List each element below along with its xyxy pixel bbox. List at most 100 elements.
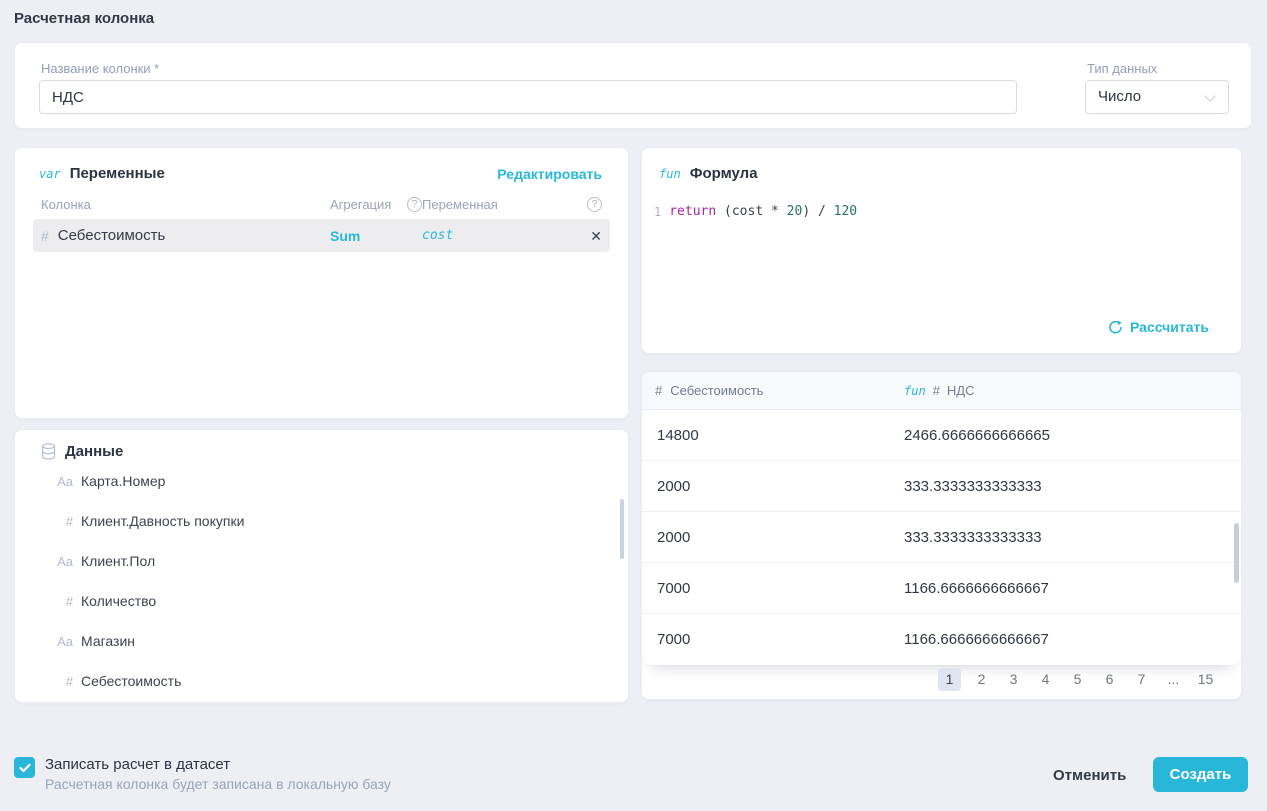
chevron-down-icon: [1204, 90, 1215, 101]
column-name-input[interactable]: [39, 80, 1017, 114]
page-title: Расчетная колонка: [14, 10, 154, 27]
line-number: 1: [654, 204, 661, 219]
data-column-label: Себестоимость: [81, 673, 181, 689]
data-type-select[interactable]: Число: [1085, 80, 1229, 114]
code-number: 20: [787, 204, 803, 219]
table-row: 2000 333.3333333333333: [642, 461, 1241, 512]
page-button[interactable]: 3: [1002, 668, 1025, 691]
preview-table-body: 14800 2466.6666666666665 2000 333.333333…: [642, 410, 1241, 665]
formula-title: Формула: [690, 165, 758, 182]
variable-header: Переменная: [422, 197, 498, 212]
refresh-icon: [1108, 320, 1123, 335]
create-button[interactable]: Создать: [1153, 757, 1248, 792]
data-column-label: Клиент.Пол: [81, 553, 155, 569]
cost-cell: 2000: [657, 529, 690, 546]
table-row: 7000 1166.6666666666667: [642, 614, 1241, 665]
cost-column-header: Себестоимость: [670, 383, 763, 398]
variable-column-name: Себестоимость: [58, 227, 166, 244]
data-type-label: Тип данных: [1087, 61, 1157, 76]
data-column-label: Количество: [81, 593, 156, 609]
formula-panel: fun Формула 1 return (cost * 20) / 120 Р…: [641, 147, 1242, 354]
data-type-value: Число: [1098, 88, 1141, 105]
table-row: 14800 2466.6666666666665: [642, 410, 1241, 461]
cost-cell: 7000: [657, 580, 690, 597]
page-button[interactable]: 7: [1130, 668, 1153, 691]
data-column-item[interactable]: Aa Карта.Номер: [15, 461, 628, 501]
string-type-icon: Aa: [51, 474, 73, 489]
page-button[interactable]: 15: [1194, 668, 1217, 691]
pagination-ellipsis: ...: [1162, 668, 1185, 691]
table-row: 2000 333.3333333333333: [642, 512, 1241, 563]
column-name-label: Название колонки *: [41, 61, 159, 76]
preview-table: # Себестоимость fun # НДС 14800 2466.666…: [641, 371, 1242, 700]
vat-column-header: НДС: [947, 383, 975, 398]
column-header: Колонка: [41, 197, 330, 212]
number-type-icon: #: [41, 228, 49, 244]
table-row: 7000 1166.6666666666667: [642, 563, 1241, 614]
database-icon: [41, 443, 56, 460]
code-keyword: return: [669, 204, 716, 219]
data-column-label: Магазин: [81, 633, 135, 649]
variables-panel: var Переменные Редактировать Колонка Агр…: [14, 147, 629, 419]
data-column-item[interactable]: # Количество: [15, 581, 628, 621]
aggregation-value[interactable]: Sum: [330, 228, 422, 244]
number-type-icon: #: [933, 383, 940, 398]
vat-cell: 1166.6666666666667: [904, 580, 1049, 597]
data-column-list: Aa Карта.Номер # Клиент.Давность покупки…: [15, 461, 628, 701]
formula-code-editor[interactable]: 1 return (cost * 20) / 120: [654, 204, 857, 219]
remove-variable-icon[interactable]: ✕: [590, 229, 602, 243]
pagination: 1 2 3 4 5 6 7 ... 15: [642, 659, 1241, 699]
number-type-icon: #: [655, 383, 662, 398]
write-to-dataset-label: Записать расчет в датасет: [45, 756, 230, 773]
help-icon[interactable]: ?: [587, 197, 602, 212]
calculate-label: Рассчитать: [1130, 319, 1209, 335]
fun-icon: fun: [659, 167, 681, 181]
page-button[interactable]: 2: [970, 668, 993, 691]
data-title: Данные: [65, 443, 123, 460]
data-column-label: Карта.Номер: [81, 473, 165, 489]
variable-row[interactable]: # Себестоимость Sum cost ✕: [33, 219, 610, 252]
code-text: ) /: [802, 204, 833, 219]
help-icon[interactable]: ?: [407, 197, 422, 212]
var-icon: var: [39, 167, 61, 181]
page-button[interactable]: 6: [1098, 668, 1121, 691]
string-type-icon: Aa: [51, 634, 73, 649]
cost-cell: 2000: [657, 478, 690, 495]
fun-icon: fun: [904, 384, 926, 398]
column-settings-card: Название колонки * Тип данных Число: [14, 42, 1252, 129]
variables-title: Переменные: [70, 165, 165, 182]
data-column-item[interactable]: Aa Магазин: [15, 621, 628, 661]
page-button[interactable]: 1: [938, 668, 961, 691]
cancel-button[interactable]: Отменить: [1047, 758, 1132, 792]
aggregation-header: Агрегация: [330, 197, 391, 212]
vat-cell: 2466.6666666666665: [904, 427, 1050, 444]
write-to-dataset-checkbox[interactable]: [14, 757, 35, 778]
vat-cell: 333.3333333333333: [904, 478, 1042, 495]
vat-cell: 1166.6666666666667: [904, 631, 1049, 648]
vat-cell: 333.3333333333333: [904, 529, 1042, 546]
variables-table-header: Колонка Агрегация ? Переменная ?: [41, 197, 602, 212]
data-column-label: Клиент.Давность покупки: [81, 513, 244, 529]
data-column-item[interactable]: # Себестоимость: [15, 661, 628, 701]
scrollbar-thumb[interactable]: [620, 499, 624, 559]
preview-table-header: # Себестоимость fun # НДС: [642, 372, 1241, 410]
scrollbar-thumb[interactable]: [1234, 523, 1239, 583]
variable-name[interactable]: cost: [422, 228, 453, 243]
data-column-item[interactable]: Aa Клиент.Пол: [15, 541, 628, 581]
data-column-item[interactable]: # Клиент.Давность покупки: [15, 501, 628, 541]
edit-variables-button[interactable]: Редактировать: [497, 166, 602, 182]
code-text: (cost *: [716, 204, 786, 219]
cost-cell: 7000: [657, 631, 690, 648]
data-panel: Данные Aa Карта.Номер # Клиент.Давность …: [14, 429, 629, 703]
number-type-icon: #: [51, 674, 73, 689]
code-number: 120: [834, 204, 857, 219]
calculate-button[interactable]: Рассчитать: [1108, 319, 1209, 335]
page-button[interactable]: 4: [1034, 668, 1057, 691]
cost-cell: 14800: [657, 427, 699, 444]
number-type-icon: #: [51, 594, 73, 609]
write-to-dataset-hint: Расчетная колонка будет записана в локал…: [45, 776, 391, 792]
string-type-icon: Aa: [51, 554, 73, 569]
checkmark-icon: [19, 763, 31, 773]
number-type-icon: #: [51, 514, 73, 529]
page-button[interactable]: 5: [1066, 668, 1089, 691]
